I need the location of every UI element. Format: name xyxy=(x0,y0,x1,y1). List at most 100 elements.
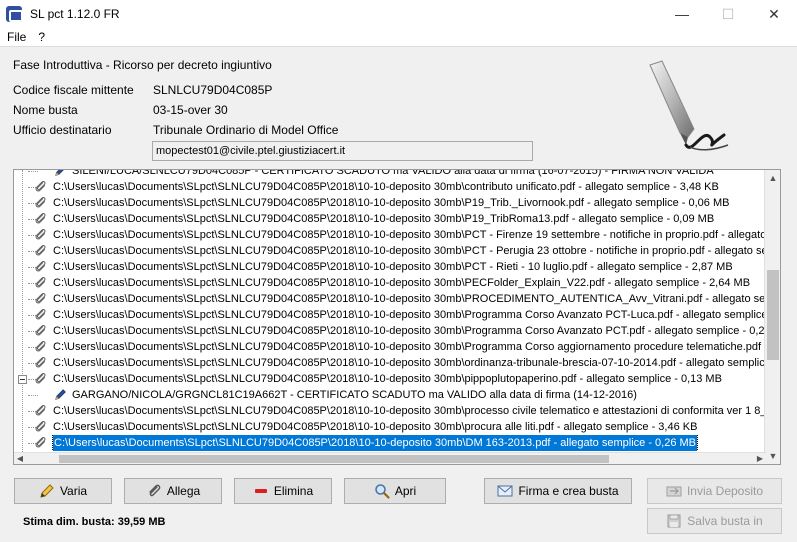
paperclip-icon xyxy=(35,260,46,272)
floppy-disk-icon xyxy=(667,514,681,528)
magnifier-icon xyxy=(375,484,390,499)
paperclip-icon xyxy=(35,404,46,416)
vertical-scrollbar[interactable]: ▲ ▼ xyxy=(764,170,780,464)
paperclip-icon xyxy=(35,436,46,448)
attachment-path: C:\Users\lucas\Documents\SLpct\SLNLCU79D… xyxy=(53,373,722,385)
scroll-left-icon[interactable]: ◀ xyxy=(14,453,26,464)
paperclip-icon xyxy=(35,196,46,208)
attachment-row[interactable]: C:\Users\lucas\Documents\SLpct\SLNLCU79D… xyxy=(14,307,766,323)
paperclip-icon xyxy=(35,276,46,288)
apri-label: Apri xyxy=(394,484,417,498)
paperclip-icon xyxy=(149,484,161,497)
collapse-toggle-icon[interactable] xyxy=(18,375,27,384)
window-controls: — ☐ ✕ xyxy=(659,0,797,28)
paperclip-icon xyxy=(35,180,46,192)
send-tray-icon xyxy=(666,486,682,497)
attachment-row[interactable]: C:\Users\lucas\Documents\SLpct\SLNLCU79D… xyxy=(14,179,766,195)
attachment-path: C:\Users\lucas\Documents\SLpct\SLNLCU79D… xyxy=(53,277,751,289)
attachment-row[interactable]: C:\Users\lucas\Documents\SLpct\SLNLCU79D… xyxy=(14,355,766,371)
paperclip-icon xyxy=(35,308,46,320)
salva-busta-button[interactable]: Salva busta in xyxy=(647,508,782,534)
paperclip-icon xyxy=(35,212,46,224)
attachment-row[interactable]: C:\Users\lucas\Documents\SLpct\SLNLCU79D… xyxy=(14,243,766,259)
invia-deposito-button[interactable]: Invia Deposito xyxy=(647,478,782,504)
window-title: SL pct 1.12.0 FR xyxy=(30,7,120,21)
certificate-label: SILENI/LUCA/SLNLCU79D04C085P - CERTIFICA… xyxy=(72,169,714,177)
elimina-label: Elimina xyxy=(273,484,314,498)
attachments-tree[interactable]: SILENI/LUCA/SLNLCU79D04C085P - CERTIFICA… xyxy=(13,169,781,465)
attachment-path: C:\Users\lucas\Documents\SLpct\SLNLCU79D… xyxy=(53,261,733,273)
title-bar: SL pct 1.12.0 FR — ☐ ✕ xyxy=(0,0,797,28)
apri-button[interactable]: Apri xyxy=(344,478,446,504)
remove-icon xyxy=(254,489,267,493)
invia-label: Invia Deposito xyxy=(686,484,764,498)
signature-pen-icon xyxy=(55,389,66,400)
attachment-path: C:\Users\lucas\Documents\SLpct\SLNLCU79D… xyxy=(53,213,715,225)
varia-button[interactable]: Varia xyxy=(14,478,112,504)
attachment-row[interactable]: C:\Users\lucas\Documents\SLpct\SLNLCU79D… xyxy=(14,323,766,339)
nome-busta-label: Nome busta xyxy=(13,103,78,117)
scroll-right-icon[interactable]: ▶ xyxy=(754,453,766,464)
firma-crea-busta-button[interactable]: Firma e crea busta xyxy=(484,478,632,504)
paperclip-icon xyxy=(35,324,46,336)
attachment-path: C:\Users\lucas\Documents\SLpct\SLNLCU79D… xyxy=(53,293,766,305)
varia-label: Varia xyxy=(59,484,88,498)
attachment-row[interactable]: C:\Users\lucas\Documents\SLpct\SLNLCU79D… xyxy=(14,227,766,243)
firma-label: Firma e crea busta xyxy=(518,484,619,498)
attachment-row[interactable]: C:\Users\lucas\Documents\SLpct\SLNLCU79D… xyxy=(14,403,766,419)
attachment-row[interactable]: C:\Users\lucas\Documents\SLpct\SLNLCU79D… xyxy=(14,195,766,211)
main-panel: Fase Introduttiva - Ricorso per decreto … xyxy=(0,46,797,542)
vertical-scroll-thumb[interactable] xyxy=(767,270,779,360)
attachment-row[interactable]: C:\Users\lucas\Documents\SLpct\SLNLCU79D… xyxy=(14,291,766,307)
envelope-size-estimate: Stima dim. busta: 39,59 MB xyxy=(23,516,166,528)
attachment-row[interactable]: C:\Users\lucas\Documents\SLpct\SLNLCU79D… xyxy=(14,275,766,291)
scroll-up-icon[interactable]: ▲ xyxy=(765,170,780,186)
attachment-path: C:\Users\lucas\Documents\SLpct\SLNLCU79D… xyxy=(53,181,719,193)
attachment-row[interactable]: C:\Users\lucas\Documents\SLpct\SLNLCU79D… xyxy=(14,211,766,227)
attachment-row[interactable]: C:\Users\lucas\Documents\SLpct\SLNLCU79D… xyxy=(14,371,766,387)
allega-button[interactable]: Allega xyxy=(124,478,222,504)
close-button[interactable]: ✕ xyxy=(751,0,797,28)
paperclip-icon xyxy=(35,356,46,368)
maximize-button[interactable]: ☐ xyxy=(705,0,751,28)
pencil-icon xyxy=(40,484,54,498)
elimina-button[interactable]: Elimina xyxy=(234,478,332,504)
menu-bar: File ? xyxy=(0,28,797,46)
paperclip-icon xyxy=(35,420,46,432)
allega-label: Allega xyxy=(166,484,201,498)
phase-heading: Fase Introduttiva - Ricorso per decreto … xyxy=(13,58,272,72)
app-icon xyxy=(6,6,22,22)
scroll-down-icon[interactable]: ▼ xyxy=(765,448,780,464)
signature-cert-row[interactable]: SILENI/LUCA/SLNLCU79D04C085P - CERTIFICA… xyxy=(14,169,766,179)
nome-busta-value: 03-15-over 30 xyxy=(153,103,228,117)
minimize-button[interactable]: — xyxy=(659,0,705,28)
paperclip-icon xyxy=(35,340,46,352)
codice-fiscale-value: SLNLCU79D04C085P xyxy=(153,83,273,97)
attachment-row[interactable]: C:\Users\lucas\Documents\SLpct\SLNLCU79D… xyxy=(14,419,766,435)
attachment-row[interactable]: C:\Users\lucas\Documents\SLpct\SLNLCU79D… xyxy=(14,435,766,451)
envelope-icon xyxy=(497,485,513,497)
attachment-path: C:\Users\lucas\Documents\SLpct\SLNLCU79D… xyxy=(53,229,766,241)
menu-file[interactable]: File xyxy=(0,30,32,44)
attachment-row[interactable]: C:\Users\lucas\Documents\SLpct\SLNLCU79D… xyxy=(14,259,766,275)
ufficio-value: Tribunale Ordinario di Model Office xyxy=(153,123,339,137)
tree-rows: SILENI/LUCA/SLNLCU79D04C085P - CERTIFICA… xyxy=(14,169,766,451)
salva-label: Salva busta in xyxy=(687,514,763,528)
menu-help[interactable]: ? xyxy=(32,30,51,44)
attachment-path: C:\Users\lucas\Documents\SLpct\SLNLCU79D… xyxy=(53,309,766,321)
horizontal-scrollbar[interactable]: ◀ ▶ xyxy=(14,452,766,464)
attachment-path: C:\Users\lucas\Documents\SLpct\SLNLCU79D… xyxy=(53,405,766,417)
attachment-path: C:\Users\lucas\Documents\SLpct\SLNLCU79D… xyxy=(53,325,766,337)
paperclip-icon xyxy=(35,372,46,384)
signature-pen-icon xyxy=(55,170,64,176)
codice-fiscale-label: Codice fiscale mittente xyxy=(13,83,134,97)
signature-cert-row[interactable]: GARGANO/NICOLA/GRGNCL81C19A662T - CERTIF… xyxy=(14,387,766,403)
pec-address-field[interactable]: mopectest01@civile.ptel.giustiziacert.it xyxy=(152,141,533,161)
ufficio-label: Ufficio destinatario xyxy=(13,123,112,137)
attachment-row[interactable]: C:\Users\lucas\Documents\SLpct\SLNLCU79D… xyxy=(14,339,766,355)
attachment-path: C:\Users\lucas\Documents\SLpct\SLNLCU79D… xyxy=(51,435,699,451)
attachment-path: C:\Users\lucas\Documents\SLpct\SLNLCU79D… xyxy=(53,421,698,433)
horizontal-scroll-thumb[interactable] xyxy=(59,455,609,463)
attachment-path: C:\Users\lucas\Documents\SLpct\SLNLCU79D… xyxy=(53,245,766,257)
paperclip-icon xyxy=(35,244,46,256)
